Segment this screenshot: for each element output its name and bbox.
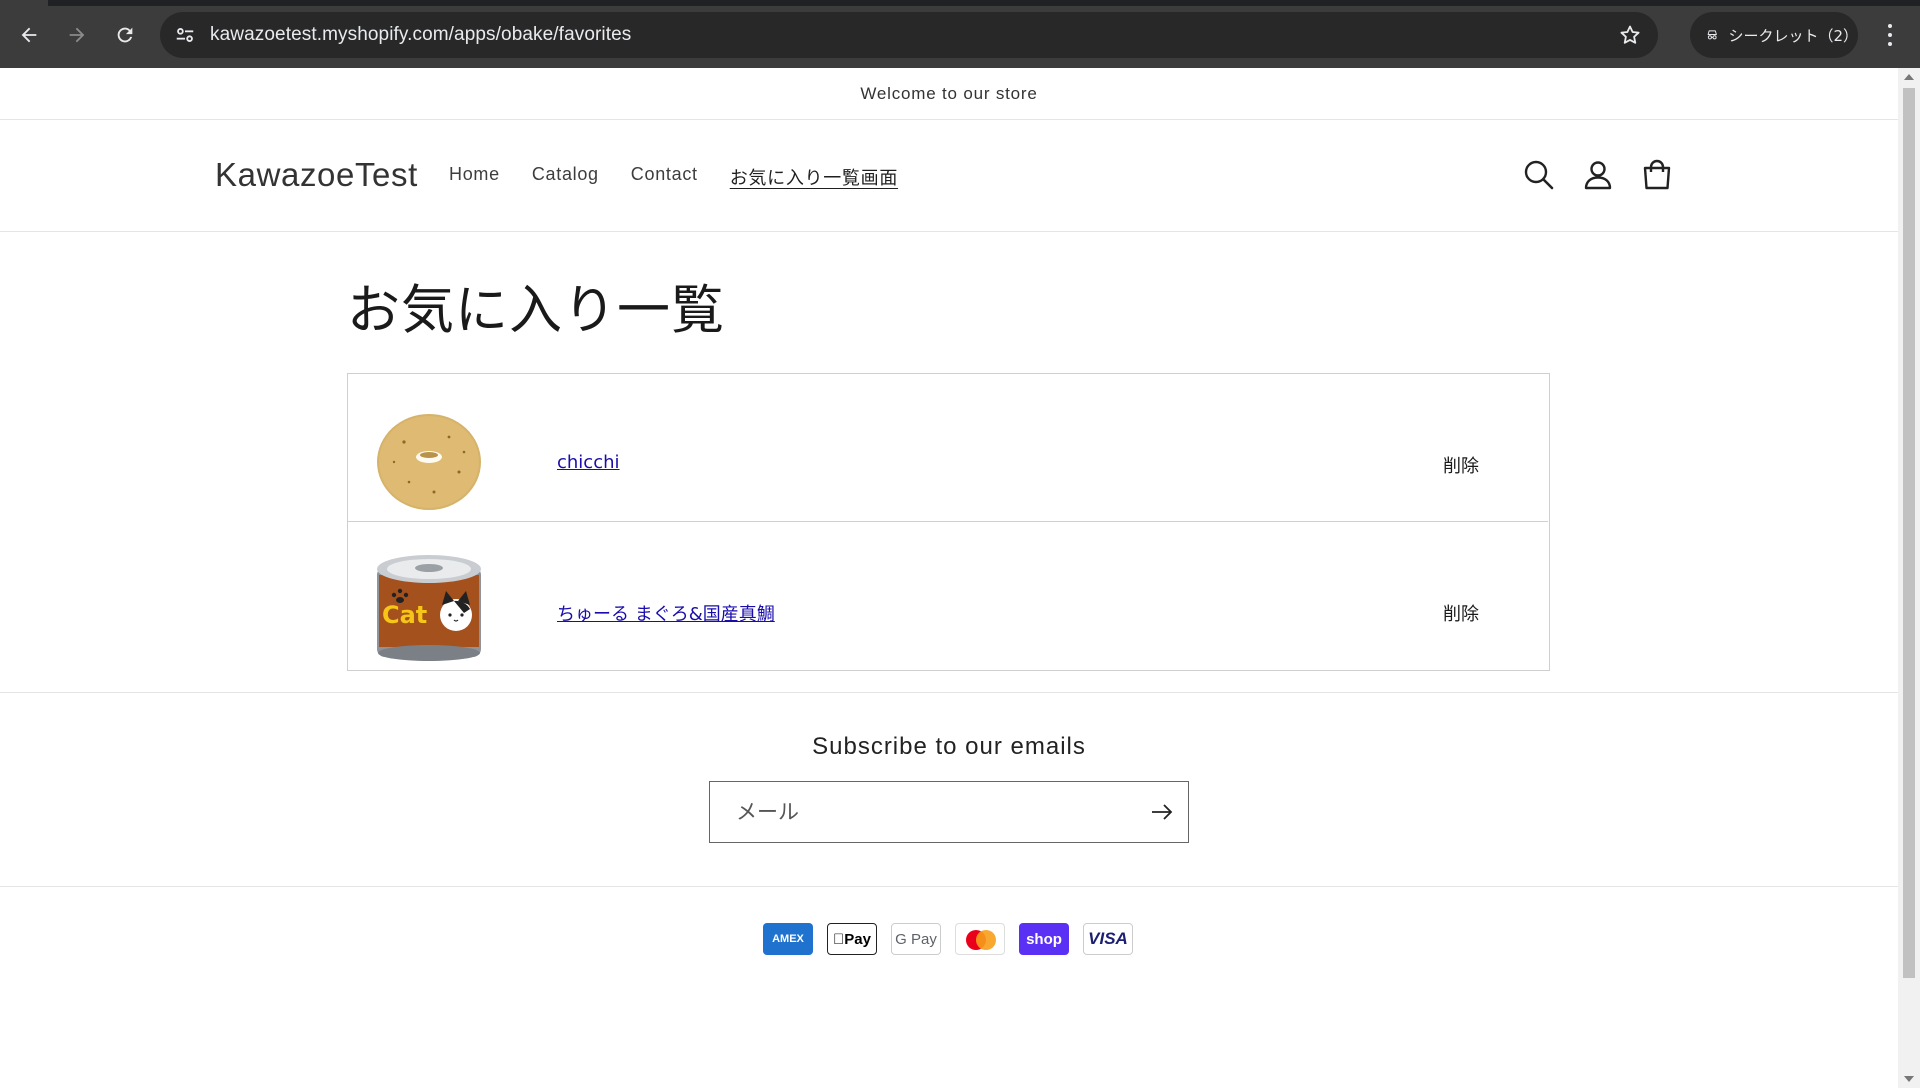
menu-dot-icon bbox=[1888, 42, 1892, 46]
page-scrollbar[interactable] bbox=[1898, 68, 1920, 1088]
favorite-product-link[interactable]: ちゅーる まぐろ&国産真鯛 bbox=[557, 600, 775, 626]
user-icon bbox=[1584, 161, 1612, 190]
menu-dot-icon bbox=[1888, 33, 1892, 37]
menu-dot-icon bbox=[1888, 24, 1892, 28]
newsletter-title: Subscribe to our emails bbox=[812, 733, 1086, 760]
arrow-right-icon bbox=[69, 27, 85, 43]
cart-button[interactable] bbox=[1640, 158, 1674, 192]
scrollbar-thumb[interactable] bbox=[1903, 88, 1915, 978]
announcement-bar: Welcome to our store bbox=[0, 68, 1898, 120]
scroll-up-arrow-icon[interactable] bbox=[1904, 74, 1914, 80]
active-tab[interactable] bbox=[0, 0, 48, 6]
incognito-label: シークレット（2） bbox=[1728, 26, 1858, 45]
google-pay-icon: G Pay bbox=[891, 923, 941, 955]
site-header: KawazoeTest Home Catalog Contact お気に入り一覧… bbox=[0, 120, 1898, 232]
nav-catalog[interactable]: Catalog bbox=[532, 164, 599, 190]
favorite-row: chicchi 削除 bbox=[348, 374, 1548, 522]
page-title: お気に入り一覧 bbox=[347, 280, 725, 341]
favorite-product-link[interactable]: chicchi bbox=[557, 452, 620, 473]
shopping-bag-icon bbox=[1643, 159, 1671, 190]
store-logo[interactable]: KawazoeTest bbox=[215, 156, 418, 194]
reload-button[interactable] bbox=[110, 20, 140, 50]
back-button[interactable] bbox=[14, 20, 44, 50]
arrow-left-icon bbox=[21, 27, 37, 43]
page-viewport: Welcome to our store KawazoeTest Home Ca… bbox=[0, 68, 1898, 1088]
browser-toolbar: kawazoetest.myshopify.com/apps/obake/fav… bbox=[0, 0, 1920, 68]
mastercard-icon bbox=[955, 923, 1005, 955]
url-text[interactable]: kawazoetest.myshopify.com/apps/obake/fav… bbox=[210, 24, 631, 46]
favorites-list: chicchi 削除 Cat ちゅーる まぐろ&国産真鯛 削除 bbox=[347, 373, 1550, 671]
donut-image[interactable] bbox=[374, 407, 484, 517]
nav-favorites[interactable]: お気に入り一覧画面 bbox=[730, 164, 898, 190]
site-settings-icon[interactable] bbox=[174, 24, 196, 46]
tab-strip bbox=[0, 0, 1920, 6]
scroll-down-arrow-icon[interactable] bbox=[1904, 1076, 1914, 1082]
newsletter-section: Subscribe to our emails bbox=[0, 692, 1898, 887]
nav-contact[interactable]: Contact bbox=[631, 164, 698, 190]
forward-button[interactable] bbox=[62, 20, 92, 50]
main-nav: Home Catalog Contact お気に入り一覧画面 bbox=[449, 164, 898, 190]
announcement-text: Welcome to our store bbox=[860, 83, 1038, 103]
nav-home[interactable]: Home bbox=[449, 164, 500, 190]
amex-icon: AMEX bbox=[763, 923, 813, 955]
delete-favorite-button[interactable]: 削除 bbox=[1443, 600, 1479, 626]
apple-pay-icon: Pay bbox=[827, 923, 877, 955]
visa-icon: VISA bbox=[1083, 923, 1133, 955]
svg-text:Cat: Cat bbox=[382, 601, 427, 629]
arrow-right-icon[interactable] bbox=[1148, 798, 1176, 826]
email-field-wrapper bbox=[709, 781, 1189, 843]
email-input[interactable] bbox=[710, 782, 1130, 841]
payment-icons: AMEX Pay G Pay shop VISA bbox=[763, 923, 1133, 955]
incognito-icon bbox=[1707, 30, 1717, 40]
search-icon bbox=[1524, 160, 1554, 190]
delete-favorite-button[interactable]: 削除 bbox=[1443, 452, 1479, 478]
apple-pay-label: Pay bbox=[838, 930, 871, 948]
search-button[interactable] bbox=[1522, 158, 1556, 192]
reload-icon bbox=[117, 27, 133, 43]
favorite-row: Cat ちゅーる まぐろ&国産真鯛 削除 bbox=[348, 523, 1548, 671]
tab-strip-background bbox=[48, 0, 1670, 6]
shop-pay-icon: shop bbox=[1019, 923, 1069, 955]
bookmark-star-icon[interactable] bbox=[1618, 23, 1642, 47]
browser-menu-button[interactable] bbox=[1880, 22, 1900, 48]
incognito-indicator[interactable]: シークレット（2） bbox=[1690, 12, 1858, 58]
account-button[interactable] bbox=[1581, 158, 1615, 192]
cat-food-can-image[interactable]: Cat bbox=[374, 553, 484, 663]
address-bar[interactable]: kawazoetest.myshopify.com/apps/obake/fav… bbox=[160, 12, 1658, 58]
